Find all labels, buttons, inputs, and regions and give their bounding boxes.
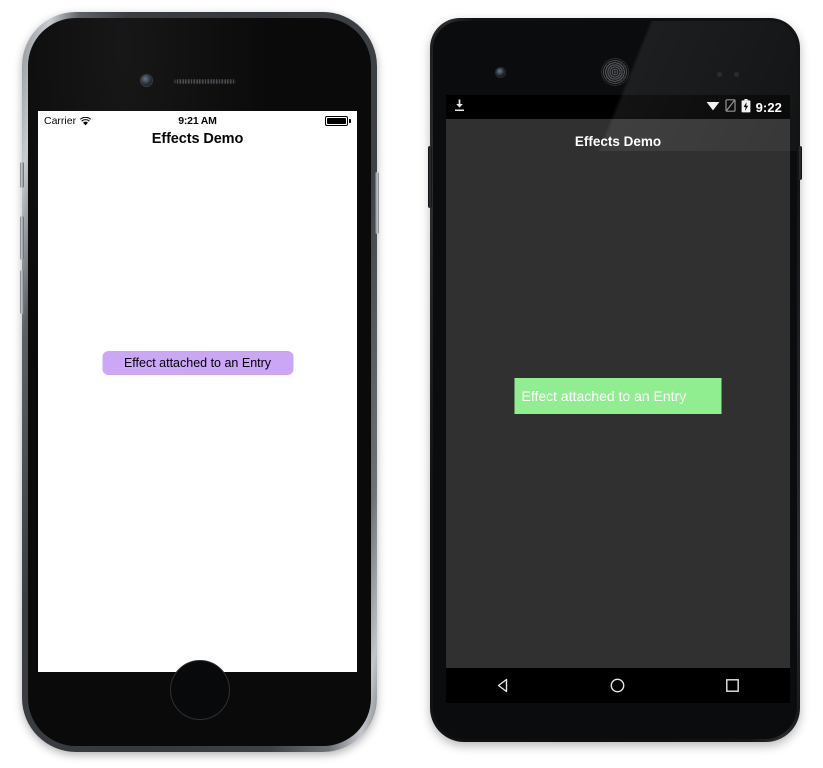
page-title: Effects Demo	[151, 131, 244, 147]
android-bezel: 9:22 Effects Demo Effect attached to an …	[433, 21, 797, 739]
android-page-content: Effect attached to an Entry	[446, 163, 790, 668]
ios-page-content: Effect attached to an Entry	[38, 155, 357, 672]
screenshot-stage: Carrier 9:21 AM Effects Demo Effect atta…	[0, 0, 823, 768]
android-status-bar: 9:22	[446, 95, 790, 119]
android-volume-rocker[interactable]	[428, 146, 432, 208]
signal-no-sim-icon	[724, 99, 736, 115]
android-power-button[interactable]	[798, 146, 802, 180]
home-button[interactable]	[169, 660, 230, 720]
earpiece-speaker-icon	[174, 79, 236, 84]
ios-status-bar: Carrier 9:21 AM	[38, 111, 357, 131]
android-status-icons: 9:22	[706, 98, 782, 116]
wifi-icon	[706, 100, 720, 114]
entry-field[interactable]: Effect attached to an Entry	[514, 378, 722, 414]
android-clock: 9:22	[755, 99, 782, 115]
android-app-bar: Effects Demo	[446, 119, 790, 163]
android-navigation-bar	[446, 668, 790, 703]
iphone-device-frame: Carrier 9:21 AM Effects Demo Effect atta…	[20, 12, 379, 752]
iphone-volume-up-button[interactable]	[20, 216, 24, 260]
android-screen: 9:22 Effects Demo Effect attached to an …	[446, 95, 790, 703]
front-camera-icon	[496, 68, 505, 77]
iphone-mute-switch[interactable]	[20, 162, 24, 188]
battery-charging-icon	[741, 98, 751, 116]
light-sensor-icon	[734, 72, 739, 77]
front-camera-icon	[141, 75, 152, 86]
home-nav-icon[interactable]	[596, 668, 640, 703]
recents-nav-icon[interactable]	[711, 668, 755, 703]
iphone-power-button[interactable]	[375, 172, 379, 234]
page-title: Effects Demo	[574, 133, 662, 149]
iphone-volume-down-button[interactable]	[20, 270, 24, 314]
iphone-screen: Carrier 9:21 AM Effects Demo Effect atta…	[38, 111, 357, 672]
ios-navigation-bar: Effects Demo	[38, 131, 357, 155]
iphone-bezel: Carrier 9:21 AM Effects Demo Effect atta…	[28, 18, 371, 746]
android-device-frame: 9:22 Effects Demo Effect attached to an …	[428, 18, 802, 742]
ios-clock: 9:21 AM	[178, 115, 217, 127]
entry-field[interactable]: Effect attached to an Entry	[102, 351, 293, 375]
earpiece-speaker-icon	[602, 59, 628, 85]
download-icon	[454, 99, 465, 115]
back-nav-icon[interactable]	[481, 668, 525, 703]
proximity-sensor-icon	[717, 72, 722, 77]
